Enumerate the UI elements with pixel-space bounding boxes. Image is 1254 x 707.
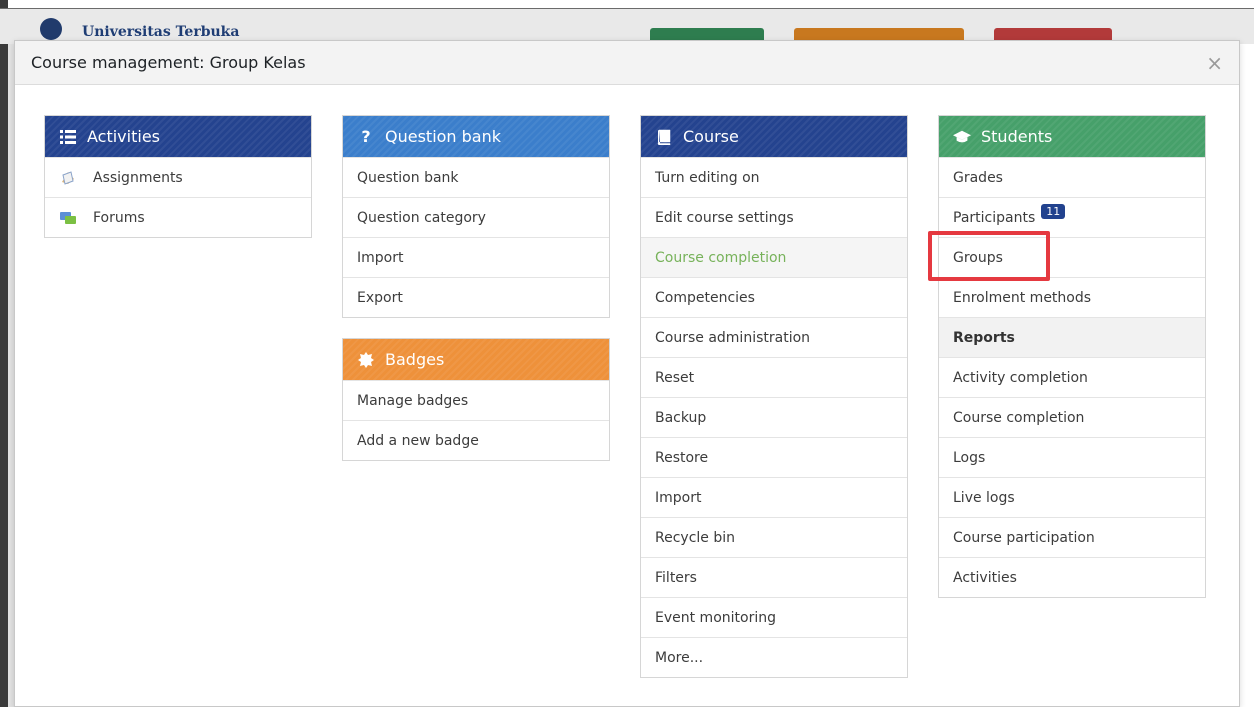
badges-item-add-new-badge[interactable]: Add a new badge — [343, 420, 609, 460]
course-item-label: Course administration — [655, 329, 811, 346]
modal-title: Course management: Group Kelas — [31, 53, 306, 72]
site-brand: Universitas Terbuka — [82, 24, 240, 40]
question-bank-item-import[interactable]: Import — [343, 237, 609, 277]
graduation-cap-icon — [953, 128, 971, 146]
students-header: Students — [939, 116, 1205, 157]
report-item-label: Activity completion — [953, 369, 1088, 386]
question-bank-item-question-bank[interactable]: Question bank — [343, 157, 609, 197]
report-item-label: Activities — [953, 569, 1017, 586]
course-item-event-monitoring[interactable]: Event monitoring — [641, 597, 907, 637]
groups-highlight-box — [928, 231, 1050, 281]
course-item-label: Filters — [655, 569, 697, 586]
course-item-label: More... — [655, 649, 704, 666]
badge-star-icon — [357, 351, 375, 369]
participants-count-badge: 11 — [1041, 204, 1066, 219]
question-bank-card: ? Question bank Question bank Question c… — [342, 115, 610, 318]
course-item-course-administration[interactable]: Course administration — [641, 317, 907, 357]
book-icon — [655, 128, 673, 146]
course-item-label: Edit course settings — [655, 209, 794, 226]
course-header: Course — [641, 116, 907, 157]
question-bank-item-label: Export — [357, 289, 403, 306]
badges-item-label: Add a new badge — [357, 432, 479, 449]
students-item-label: Enrolment methods — [953, 289, 1092, 306]
course-item-import[interactable]: Import — [641, 477, 907, 517]
course-item-label: Turn editing on — [655, 169, 760, 186]
activities-item-label: Assignments — [93, 169, 183, 186]
course-item-label: Restore — [655, 449, 709, 466]
course-item-more[interactable]: More... — [641, 637, 907, 677]
course-item-course-completion[interactable]: Course completion — [641, 237, 907, 277]
report-item-label: Course completion — [953, 409, 1085, 426]
course-management-modal: Course management: Group Kelas × Activit… — [14, 40, 1240, 707]
course-item-restore[interactable]: Restore — [641, 437, 907, 477]
activities-item-assignments[interactable]: Assignments — [45, 157, 311, 197]
question-bank-item-label: Question bank — [357, 169, 459, 186]
reports-heading-label: Reports — [953, 329, 1015, 346]
course-item-reset[interactable]: Reset — [641, 357, 907, 397]
students-card: Students Grades Participants 11 Groups E… — [938, 115, 1206, 598]
report-item-activities[interactable]: Activities — [939, 557, 1205, 597]
badges-item-label: Manage badges — [357, 392, 469, 409]
course-item-recycle-bin[interactable]: Recycle bin — [641, 517, 907, 557]
students-item-label: Grades — [953, 169, 1003, 186]
activities-title: Activities — [87, 127, 160, 146]
question-bank-item-label: Import — [357, 249, 404, 266]
question-bank-item-export[interactable]: Export — [343, 277, 609, 317]
course-item-label: Backup — [655, 409, 707, 426]
report-item-label: Course participation — [953, 529, 1095, 546]
badges-item-manage-badges[interactable]: Manage badges — [343, 380, 609, 420]
question-bank-item-question-category[interactable]: Question category — [343, 197, 609, 237]
course-item-label: Event monitoring — [655, 609, 776, 626]
question-bank-column: ? Question bank Question bank Question c… — [342, 115, 610, 461]
course-column: Course Turn editing on Edit course setti… — [640, 115, 908, 678]
activities-item-label: Forums — [93, 209, 145, 226]
report-item-activity-completion[interactable]: Activity completion — [939, 357, 1205, 397]
course-item-label: Import — [655, 489, 702, 506]
report-item-course-completion[interactable]: Course completion — [939, 397, 1205, 437]
badges-header: Badges — [343, 339, 609, 380]
course-item-edit-course-settings[interactable]: Edit course settings — [641, 197, 907, 237]
activities-header: Activities — [45, 116, 311, 157]
badges-title: Badges — [385, 350, 445, 369]
page-edge — [0, 0, 8, 707]
course-item-label: Competencies — [655, 289, 755, 306]
activities-card: Activities Assignments Forums — [44, 115, 312, 238]
course-item-competencies[interactable]: Competencies — [641, 277, 907, 317]
activities-item-forums[interactable]: Forums — [45, 197, 311, 237]
report-item-course-participation[interactable]: Course participation — [939, 517, 1205, 557]
forum-icon — [59, 209, 77, 227]
course-item-backup[interactable]: Backup — [641, 397, 907, 437]
report-item-logs[interactable]: Logs — [939, 437, 1205, 477]
course-item-label: Recycle bin — [655, 529, 735, 546]
report-item-label: Logs — [953, 449, 986, 466]
activities-column: Activities Assignments Forums — [44, 115, 312, 238]
assignment-icon — [59, 169, 77, 187]
course-card: Course Turn editing on Edit course setti… — [640, 115, 908, 678]
question-icon: ? — [361, 127, 371, 146]
students-title: Students — [981, 127, 1053, 146]
report-item-live-logs[interactable]: Live logs — [939, 477, 1205, 517]
course-item-turn-editing-on[interactable]: Turn editing on — [641, 157, 907, 197]
students-column: Students Grades Participants 11 Groups E… — [938, 115, 1206, 598]
report-item-label: Live logs — [953, 489, 1015, 506]
students-item-enrolment-methods[interactable]: Enrolment methods — [939, 277, 1205, 317]
course-item-label: Reset — [655, 369, 695, 386]
question-bank-item-label: Question category — [357, 209, 486, 226]
question-bank-title: Question bank — [385, 127, 502, 146]
modal-header: Course management: Group Kelas × — [15, 41, 1239, 85]
course-item-label: Course completion — [655, 249, 787, 266]
university-logo-icon — [40, 18, 62, 40]
list-icon — [59, 128, 77, 146]
close-icon[interactable]: × — [1206, 51, 1223, 75]
course-title: Course — [683, 127, 739, 146]
students-item-label: Participants — [953, 209, 1036, 226]
students-item-grades[interactable]: Grades — [939, 157, 1205, 197]
question-bank-header: ? Question bank — [343, 116, 609, 157]
course-item-filters[interactable]: Filters — [641, 557, 907, 597]
reports-heading: Reports — [939, 317, 1205, 357]
badges-card: Badges Manage badges Add a new badge — [342, 338, 610, 461]
